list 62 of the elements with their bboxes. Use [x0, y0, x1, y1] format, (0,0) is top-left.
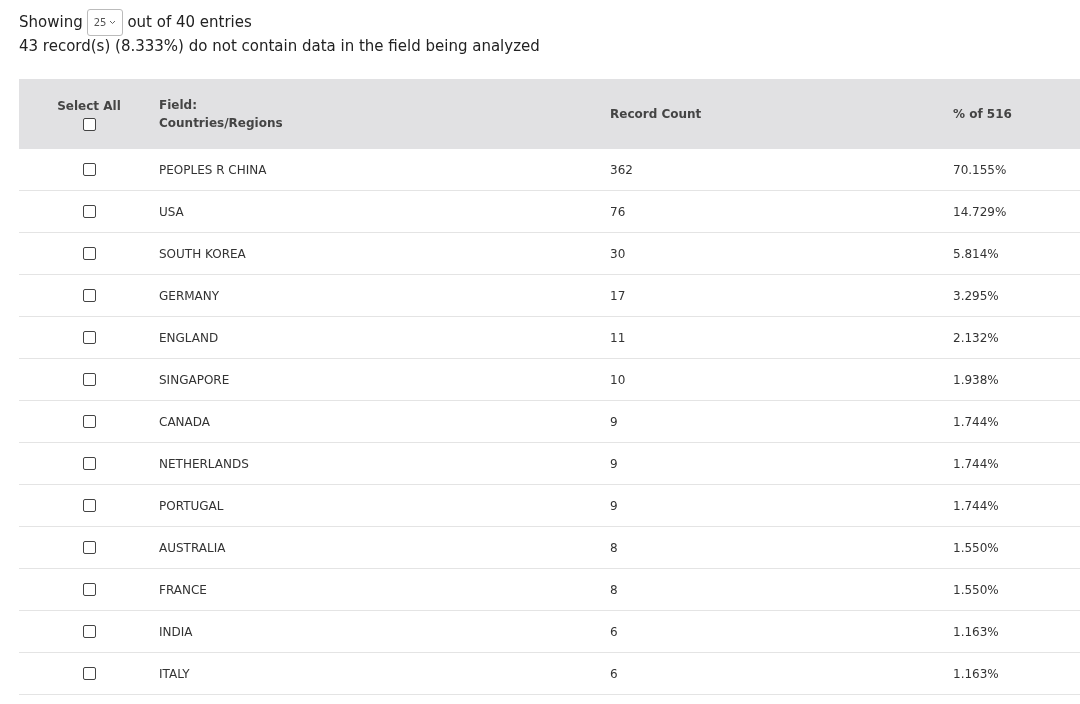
checkbox[interactable] [82, 205, 96, 218]
table-cell-text: 8 [610, 582, 619, 597]
table-cell-text: 1.163% [953, 666, 1000, 681]
column-header: Record Count [610, 106, 703, 123]
missing-data-note: 43 record(s) (8.333%) do not contain data in the field being analyzed [19, 37, 541, 55]
table-cell-text: 1.938% [953, 372, 1000, 387]
checkbox[interactable] [82, 667, 96, 680]
page-size-dropdown[interactable]: 25 [86, 8, 124, 36]
entries-label: out of 40 entries [127, 13, 252, 31]
column-header: % of 516 [953, 106, 1013, 123]
table-cell-text: FRANCE [159, 582, 208, 597]
table-cell-text: 1.550% [953, 582, 1000, 597]
checkbox[interactable] [82, 499, 96, 512]
table-cell-text: 1.550% [953, 540, 1000, 555]
table-cell-text: 76 [610, 204, 627, 219]
checkbox[interactable] [82, 457, 96, 470]
table-cell-text: 70.155% [953, 162, 1008, 177]
table-cell-text: NETHERLANDS [159, 456, 250, 471]
table-cell-text: 17 [610, 288, 627, 303]
table-cell-text: 3.295% [953, 288, 1000, 303]
table-cell-text: SOUTH KOREA [159, 246, 247, 261]
column-header: Field: Countries/Regions [159, 97, 284, 132]
checkbox[interactable] [82, 625, 96, 638]
table-cell-text: 9 [610, 456, 619, 471]
table-cell-text: 1.744% [953, 456, 1000, 471]
table-cell-text: INDIA [159, 624, 194, 639]
showing-label: Showing [19, 13, 83, 31]
table-cell-text: PEOPLES R CHINA [159, 162, 268, 177]
table-cell-text: 9 [610, 498, 619, 513]
checkbox[interactable] [82, 541, 96, 554]
table-cell-text: 2.132% [953, 330, 1000, 345]
checkbox[interactable] [82, 583, 96, 596]
table-cell-text: USA [159, 204, 185, 219]
table-cell-text: PORTUGAL [159, 498, 225, 513]
chevron-down-icon [109, 19, 117, 25]
checkbox[interactable] [82, 415, 96, 428]
checkbox[interactable] [82, 289, 96, 302]
table-cell-text: 1.744% [953, 498, 1000, 513]
table-cell-text: 1.744% [953, 414, 1000, 429]
table-cell-text: 362 [610, 162, 634, 177]
table-cell-text: 8 [610, 540, 619, 555]
table-cell-text: 5.814% [953, 246, 1000, 261]
table-cell-text: 11 [610, 330, 627, 345]
table-cell-text: GERMANY [159, 288, 221, 303]
table-cell-text: ENGLAND [159, 330, 220, 345]
table-cell-text: 10 [610, 372, 627, 387]
table-cell-text: 9 [610, 414, 619, 429]
table-cell-text: ITALY [159, 666, 191, 681]
checkbox[interactable] [82, 331, 96, 344]
checkbox[interactable] [82, 163, 96, 176]
checkbox[interactable] [82, 247, 96, 260]
table-cell-text: SINGAPORE [159, 372, 231, 387]
checkbox[interactable] [82, 373, 96, 386]
select-all-label: Select All [57, 98, 121, 115]
table-cell-text: 1.163% [953, 624, 1000, 639]
table-cell-text: 30 [610, 246, 627, 261]
table-cell-text: 14.729% [953, 204, 1008, 219]
table-cell-text: 6 [610, 624, 619, 639]
checkbox[interactable] [82, 118, 96, 131]
table-cell-text: CANADA [159, 414, 211, 429]
table-cell-text: 6 [610, 666, 619, 681]
table-cell-text: AUSTRALIA [159, 540, 227, 555]
